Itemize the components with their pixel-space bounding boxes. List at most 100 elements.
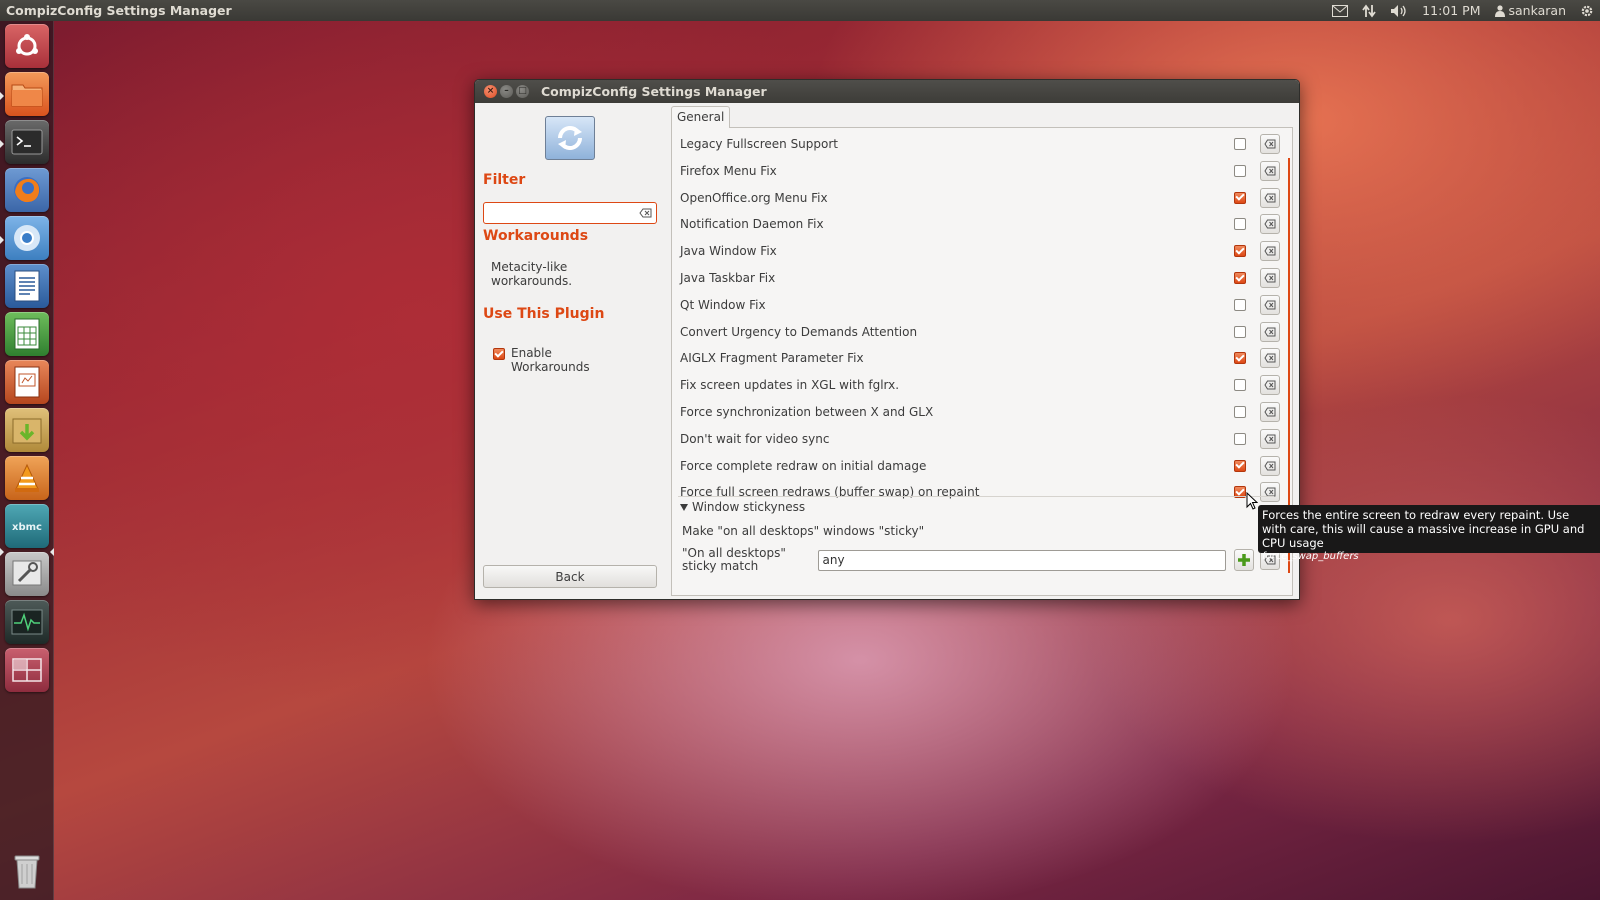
option-checkbox[interactable] [1234,325,1246,338]
launcher-archive[interactable] [5,408,49,452]
launcher-writer[interactable] [5,264,49,308]
launcher-ccsm[interactable] [5,552,49,596]
option-checkbox[interactable] [1234,459,1246,472]
enable-plugin-row[interactable]: Enable Workarounds [493,346,611,374]
reset-option-button[interactable] [1260,348,1280,369]
reset-option-button[interactable] [1260,428,1280,449]
mail-icon[interactable] [1332,4,1349,17]
option-row: Firefox Menu Fix [680,158,1280,184]
option-label: Force complete redraw on initial damage [680,458,927,473]
plugin-sidebar: Filter Workarounds Metacity-like workaro… [483,110,659,594]
option-checkbox[interactable] [1234,138,1246,150]
launcher-calc[interactable] [5,312,49,356]
reset-icon [1264,139,1276,149]
launcher-files[interactable] [5,72,49,116]
reset-option-button[interactable] [1260,402,1280,422]
launcher-chromium[interactable] [5,216,49,260]
edit-match-button[interactable] [1234,549,1255,571]
window-title: CompizConfig Settings Manager [541,84,767,99]
network-icon[interactable] [1362,3,1376,18]
option-label: Notification Daemon Fix [680,217,824,232]
reset-option-button[interactable] [1260,375,1280,396]
launcher-vlc[interactable] [5,456,49,500]
option-checkbox[interactable] [1234,352,1246,365]
tooltip-text: Forces the entire screen to redraw every… [1262,508,1585,550]
option-checkbox[interactable] [1234,245,1246,258]
clear-icon[interactable] [639,207,652,221]
window-stickyness-expander[interactable]: Window stickyness [680,500,805,514]
user-menu[interactable]: sankaran [1494,3,1566,18]
focused-indicator [50,548,54,556]
option-checkbox[interactable] [1234,298,1246,311]
option-label: Fix screen updates in XGL with fglrx. [680,378,900,393]
enable-plugin-checkbox[interactable] [493,348,505,360]
option-checkbox[interactable] [1234,406,1246,418]
reset-option-button[interactable] [1260,294,1280,315]
clock[interactable]: 11:01 PM [1422,3,1480,18]
option-checkbox[interactable] [1234,379,1246,392]
launcher-terminal[interactable] [5,120,49,164]
option-checkbox[interactable] [1234,432,1246,445]
volume-icon[interactable] [1390,4,1408,18]
reset-option-button[interactable] [1260,268,1280,288]
reset-option-button[interactable] [1260,321,1280,342]
reset-option-button[interactable] [1260,214,1280,235]
expander-triangle-icon [680,503,688,511]
maximize-icon[interactable]: □ [516,85,529,98]
reset-icon [1264,327,1276,337]
folder-icon [11,84,43,107]
reset-option-button[interactable] [1260,134,1280,154]
reset-option-button[interactable] [1260,482,1280,503]
reset-option-button[interactable] [1260,241,1280,262]
option-row: AIGLX Fragment Parameter Fix [680,345,1280,371]
impress-icon [14,366,40,398]
separator [678,496,1274,497]
settings-tools-icon [12,560,42,586]
option-checkbox[interactable] [1234,218,1246,231]
reset-option-button[interactable] [1260,455,1280,476]
close-icon[interactable]: × [484,85,497,98]
xbmc-icon: xbmc [12,522,42,533]
calc-icon [14,318,40,350]
option-checkbox[interactable] [1234,272,1246,284]
back-button[interactable]: Back [483,565,657,588]
filter-field[interactable] [483,202,657,224]
tab-general[interactable]: General [671,106,731,128]
option-label: Force full screen redraws (buffer swap) … [680,485,980,500]
gear-icon[interactable] [1580,4,1594,18]
reset-icon [1264,300,1276,310]
window-titlebar[interactable]: × – □ CompizConfig Settings Manager [475,80,1299,103]
user-icon [1494,4,1505,17]
option-label: Force synchronization between X and GLX [680,405,934,419]
launcher-trash[interactable] [5,848,49,892]
option-label: Qt Window Fix [680,297,766,312]
option-label: AIGLX Fragment Parameter Fix [680,351,864,366]
plugin-description: Metacity-like workarounds. [491,260,573,288]
minimize-icon[interactable]: – [500,85,513,98]
option-checkbox[interactable] [1234,164,1246,177]
reset-icon [1264,273,1276,283]
launcher-dash[interactable] [5,24,49,68]
reset-icon [1264,246,1276,256]
enable-plugin-label: Enable Workarounds [511,346,590,374]
filter-input[interactable] [488,204,628,222]
launcher-impress[interactable] [5,360,49,404]
launcher-system-monitor[interactable] [5,600,49,644]
launcher-firefox[interactable] [5,168,49,212]
plugin-name-heading: Workarounds [483,228,589,244]
reset-option-button[interactable] [1260,187,1280,208]
running-indicator [0,236,4,244]
option-row: Don't wait for video sync [680,426,1280,452]
sticky-match-input[interactable] [817,549,1227,571]
launcher-xbmc[interactable]: xbmc [5,504,49,548]
system-monitor-icon [11,609,43,635]
launcher-workspaces[interactable] [5,648,49,692]
option-row: OpenOffice.org Menu Fix [680,185,1280,211]
running-indicator [0,548,4,556]
ubuntu-logo-icon [16,34,38,56]
reset-option-button[interactable] [1260,160,1280,181]
reset-icon [1264,461,1276,471]
launcher: xbmc [0,21,54,900]
panel-app-title: CompizConfig Settings Manager [6,3,232,18]
option-checkbox[interactable] [1234,191,1246,204]
